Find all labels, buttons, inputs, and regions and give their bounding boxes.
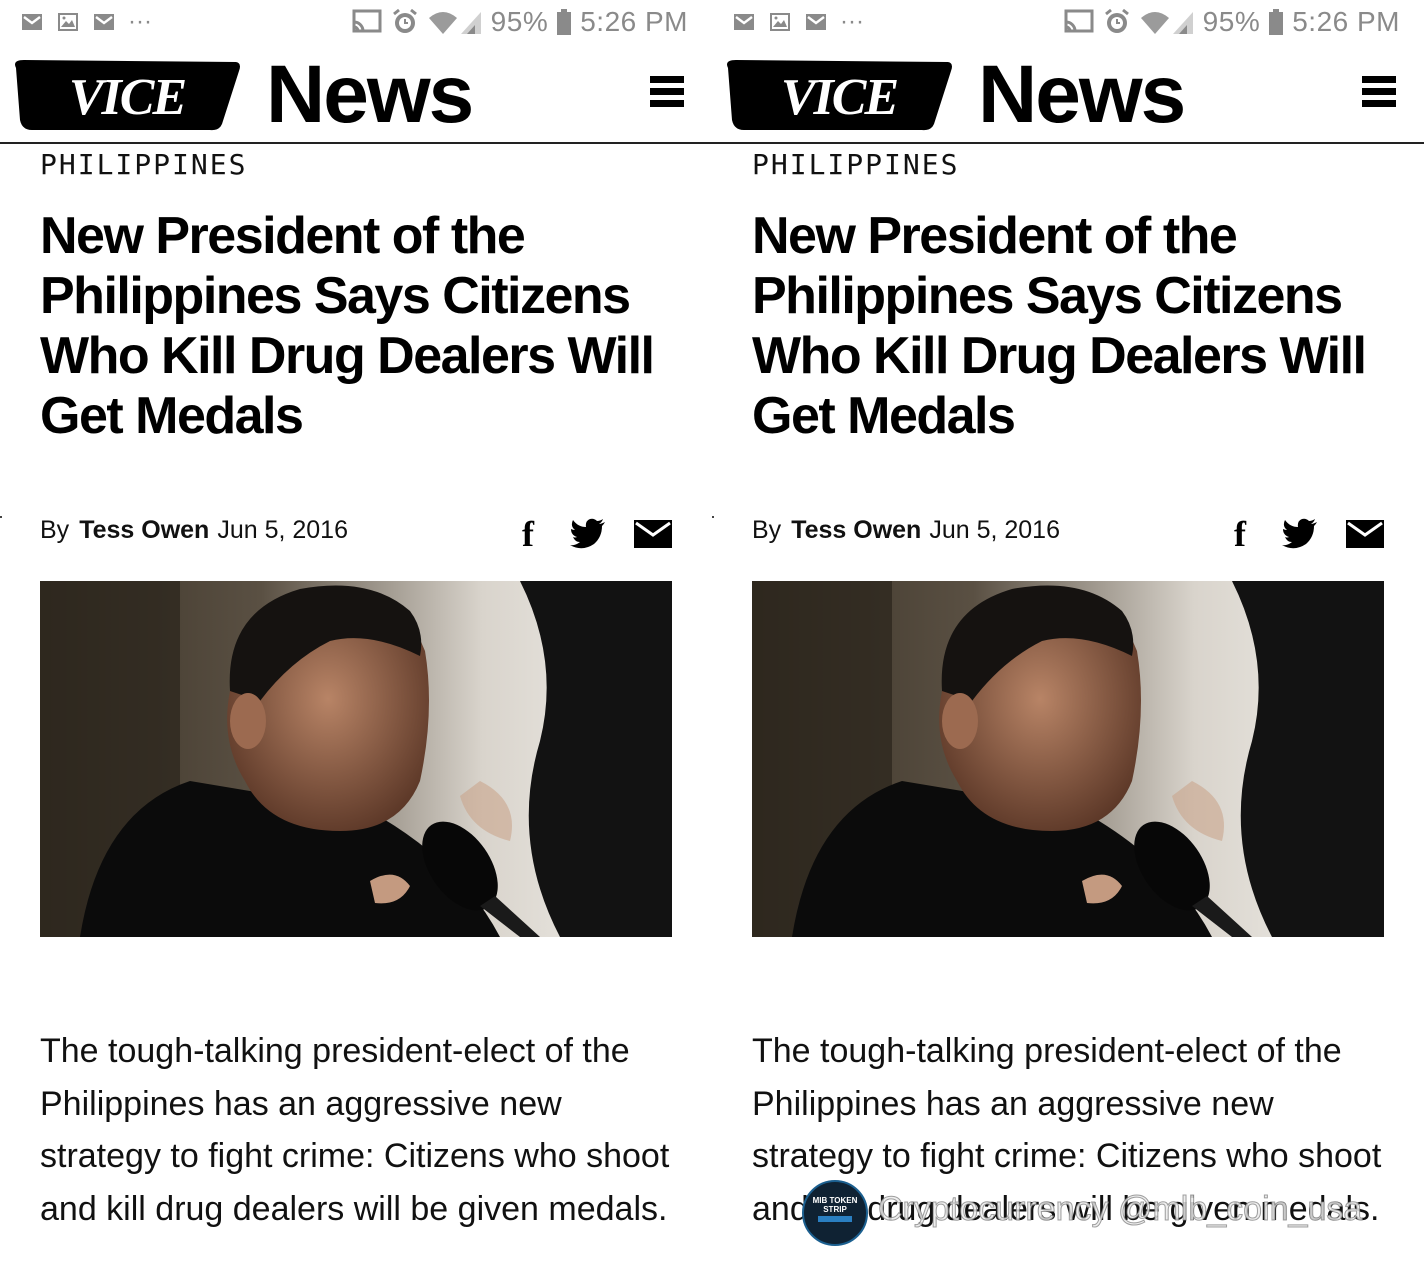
share-bar: f [1234,516,1384,552]
status-bar: ··· 95% 5:26 PM [712,0,1424,48]
more-notifications-indicator: ··· [128,8,152,35]
twitter-icon[interactable] [1282,518,1318,550]
alarm-icon [392,8,417,33]
cast-icon [1064,9,1094,33]
facebook-icon[interactable]: f [522,516,534,552]
battery-icon [1269,9,1284,35]
watermark-badge: MIB TOKEN STRIP [802,1180,868,1246]
article-category[interactable]: PHILIPPINES [752,148,959,181]
article-headline: New President of the Philippines Says Ci… [752,207,1367,445]
article-lede: The tough-talking president-elect of the… [40,1032,670,1228]
author-link[interactable]: Tess Owen [79,516,209,544]
section-title[interactable]: News [266,48,474,142]
site-header: VICE News [712,48,1424,144]
publish-date: Jun 5, 2016 [217,516,348,544]
vice-logo[interactable]: VICE [722,56,956,134]
facebook-icon[interactable]: f [1234,516,1246,552]
section-title[interactable]: News [978,48,1186,142]
svg-text:VICE: VICE [69,69,186,126]
author-link[interactable]: Tess Owen [791,516,921,544]
phone-screen-left: ··· 95% 5:26 PM VICE News PHILIPPINES Ne… [0,0,712,1280]
battery-icon [557,9,572,35]
article-headline: New President of the Philippines Says Ci… [40,207,655,445]
alarm-icon [1104,8,1129,33]
byline: By Tess Owen Jun 5, 2016 [752,516,1060,545]
clock: 5:26 PM [580,6,688,37]
wifi-signal-icon [428,12,481,34]
hamburger-menu-icon[interactable] [650,76,684,110]
share-bar: f [522,516,672,552]
vice-logo[interactable]: VICE [10,56,244,134]
article-photo [40,581,672,937]
svg-text:VICE: VICE [781,69,898,126]
phone-screen-right: ··· 95% 5:26 PM VICE News PHILIPPINES Ne… [712,0,1424,1280]
watermark-overlay: MIB TOKEN STRIP Cryptocurrency @mlb_coin… [802,1180,1402,1246]
battery-percent: 95% [1202,6,1261,37]
more-notifications-indicator: ··· [840,8,864,35]
email-icon[interactable] [634,520,672,548]
by-prefix: By [752,516,782,544]
by-prefix: By [40,516,70,544]
publish-date: Jun 5, 2016 [929,516,1060,544]
article-category[interactable]: PHILIPPINES [40,148,247,181]
battery-percent: 95% [490,6,549,37]
byline: By Tess Owen Jun 5, 2016 [40,516,348,545]
status-bar: ··· 95% 5:26 PM [0,0,712,48]
email-icon[interactable] [1346,520,1384,548]
wifi-signal-icon [1140,12,1193,34]
watermark-text: Cryptocurrency @mlb_coin_usa [877,1190,1363,1229]
site-header: VICE News [0,48,712,144]
gmail-notification-icon [22,14,42,30]
gallery-notification-icon [770,13,790,31]
gallery-notification-icon [58,13,78,31]
cast-icon [352,9,382,33]
hamburger-menu-icon[interactable] [1362,76,1396,110]
clock: 5:26 PM [1292,6,1400,37]
gmail-notification-icon [734,14,754,30]
mail-notification-icon [94,14,114,30]
twitter-icon[interactable] [570,518,606,550]
mail-notification-icon [806,14,826,30]
article-photo [752,581,1384,937]
